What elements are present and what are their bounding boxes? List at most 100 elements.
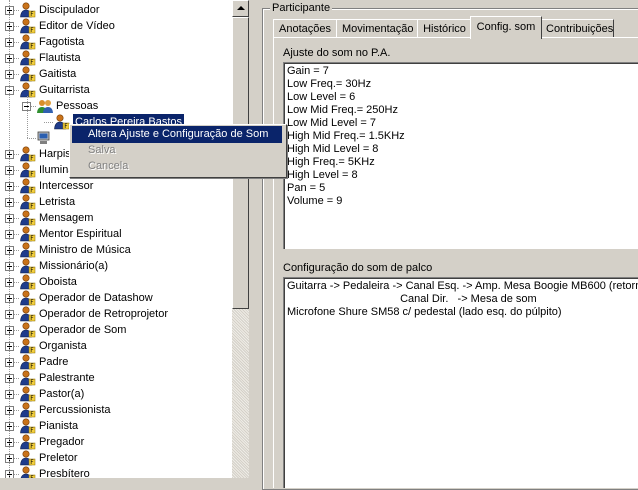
tab-movimenta-o[interactable]: Movimentação [336, 19, 418, 38]
person-role-icon: F [19, 466, 37, 478]
person-role-icon: F [19, 306, 37, 322]
tab-anota-es[interactable]: Anotações [273, 19, 337, 38]
tree-item-label: Organista [39, 340, 87, 352]
svg-text:F: F [30, 427, 34, 434]
tree-item-label: Discipulador [39, 4, 100, 16]
tree-item-label: Guitarrista [39, 84, 90, 96]
svg-text:F: F [30, 283, 34, 290]
tab-contribui-es[interactable]: Contribuições [540, 19, 614, 38]
person-role-icon: F [19, 450, 37, 466]
tree-item[interactable]: F Guitarrista [0, 82, 232, 98]
tree-item[interactable]: F Organista [0, 338, 232, 354]
tree-item[interactable]: F Operador de Datashow [0, 290, 232, 306]
person-role-icon: F [19, 418, 37, 434]
tree-item-label: Mensagem [39, 212, 94, 224]
group-title: Participante [270, 2, 333, 15]
computer-icon [36, 130, 54, 146]
svg-text:F: F [30, 411, 34, 418]
svg-text:F: F [30, 75, 34, 82]
person-role-icon: F [19, 146, 37, 162]
svg-text:F: F [30, 187, 34, 194]
person-role-icon: F [19, 290, 37, 306]
svg-text:F: F [30, 299, 34, 306]
person-role-icon: F [19, 322, 37, 338]
tree-item[interactable]: F Operador de Som [0, 322, 232, 338]
tree-root-line [9, 0, 10, 478]
tree-item[interactable]: F Preletor [0, 450, 232, 466]
ajuste-line: Low Level = 6 [287, 91, 356, 103]
person-role-icon: F [19, 210, 37, 226]
tree-item[interactable]: F Flautista [0, 50, 232, 66]
tree-item-label: Missionário(a) [39, 260, 109, 272]
tree-item-label: Mentor Espiritual [39, 228, 122, 240]
tree-item[interactable]: Pessoas [0, 98, 232, 114]
tree-item-label: Letrista [39, 196, 76, 208]
person-role-icon: F [19, 434, 37, 450]
role-tree[interactable]: F Discipulador F Editor de Vídeo F Fagotista F… [0, 0, 232, 478]
context-menu: Altera Ajuste e Configuração de Som Salva… [69, 124, 287, 178]
tree-item[interactable]: F Missionário(a) [0, 258, 232, 274]
tree-item[interactable]: F Pregador [0, 434, 232, 450]
palco-line: Guitarra -> Pedaleira -> Canal Esq. -> A… [287, 280, 638, 292]
svg-text:F: F [30, 27, 34, 34]
tree-connector [44, 122, 53, 123]
tree-item[interactable]: F Percussionista [0, 402, 232, 418]
person-role-icon: F [19, 66, 37, 82]
ajuste-line: High Mid Freq.= 1.5KHz [287, 130, 405, 142]
ajuste-line: High Mid Level = 8 [287, 143, 379, 155]
person-role-icon: F [19, 162, 37, 178]
svg-text:F: F [30, 219, 34, 226]
tree-branch-line [27, 96, 28, 138]
panel-splitter[interactable] [249, 0, 257, 478]
tree-scrollbar[interactable] [232, 0, 249, 478]
tree-item[interactable]: F Oboista [0, 274, 232, 290]
tree-item[interactable]: F Intercessor [0, 178, 232, 194]
svg-text:F: F [30, 331, 34, 338]
tree-item-label: Ministro de Música [39, 244, 131, 256]
ajuste-memo[interactable]: Gain = 7 Low Freq.= 30Hz Low Level = 6 Low … [283, 62, 638, 249]
menu-item-cancela: Cancela [88, 160, 129, 172]
tree-item-label: Percussionista [39, 404, 111, 416]
tab-config-som[interactable]: Config. som [470, 16, 542, 39]
tree-item-label: Editor de Vídeo [39, 20, 115, 32]
tree-item[interactable]: F Padre [0, 354, 232, 370]
tree-item[interactable]: F Operador de Retroprojetor [0, 306, 232, 322]
person-role-icon: F [19, 274, 37, 290]
palco-memo[interactable]: Guitarra -> Pedaleira -> Canal Esq. -> A… [283, 277, 638, 488]
tree-item[interactable]: F Pianista [0, 418, 232, 434]
person-role-icon: F [19, 34, 37, 50]
tree-item-label: Padre [39, 356, 69, 368]
menu-item-altera[interactable]: Altera Ajuste e Configuração de Som [72, 126, 282, 143]
tree-item-label: Pianista [39, 420, 79, 432]
tree-item[interactable]: F Letrista [0, 194, 232, 210]
tree-item[interactable]: F Mensagem [0, 210, 232, 226]
tree-item[interactable]: F Editor de Vídeo [0, 18, 232, 34]
tree-item-label: Operador de Som [39, 324, 127, 336]
tab-hist-rico[interactable]: Histórico [417, 19, 472, 38]
svg-text:F: F [30, 155, 34, 162]
tree-item[interactable]: F Discipulador [0, 2, 232, 18]
tree-item[interactable]: F Gaitista [0, 66, 232, 82]
svg-text:F: F [30, 347, 34, 354]
tree-item[interactable]: F Pastor(a) [0, 386, 232, 402]
person-role-icon: F [19, 242, 37, 258]
ajuste-line: Low Mid Freq.= 250Hz [287, 104, 398, 116]
svg-text:F: F [30, 315, 34, 322]
person-role-icon: F [19, 194, 37, 210]
tree-item[interactable]: F Palestrante [0, 370, 232, 386]
scroll-up-button[interactable] [232, 0, 249, 17]
person-role-icon: F [19, 50, 37, 66]
tree-item-label: Operador de Datashow [39, 292, 153, 304]
tree-item-label: Oboista [39, 276, 77, 288]
person-role-icon: F [19, 370, 37, 386]
ajuste-line: Volume = 9 [287, 195, 343, 207]
tree-item[interactable]: FPresbítero [0, 466, 232, 478]
palco-line: Microfone Shure SM58 c/ pedestal (lado e… [287, 306, 562, 318]
svg-text:F: F [30, 235, 34, 242]
palco-line: Canal Dir. -> Mesa de som [287, 293, 537, 305]
person-role-icon: F [19, 386, 37, 402]
tree-item[interactable]: F Fagotista [0, 34, 232, 50]
tree-item[interactable]: F Mentor Espiritual [0, 226, 232, 242]
tree-item[interactable]: F Ministro de Música [0, 242, 232, 258]
tree-item-label: Gaitista [39, 68, 77, 80]
